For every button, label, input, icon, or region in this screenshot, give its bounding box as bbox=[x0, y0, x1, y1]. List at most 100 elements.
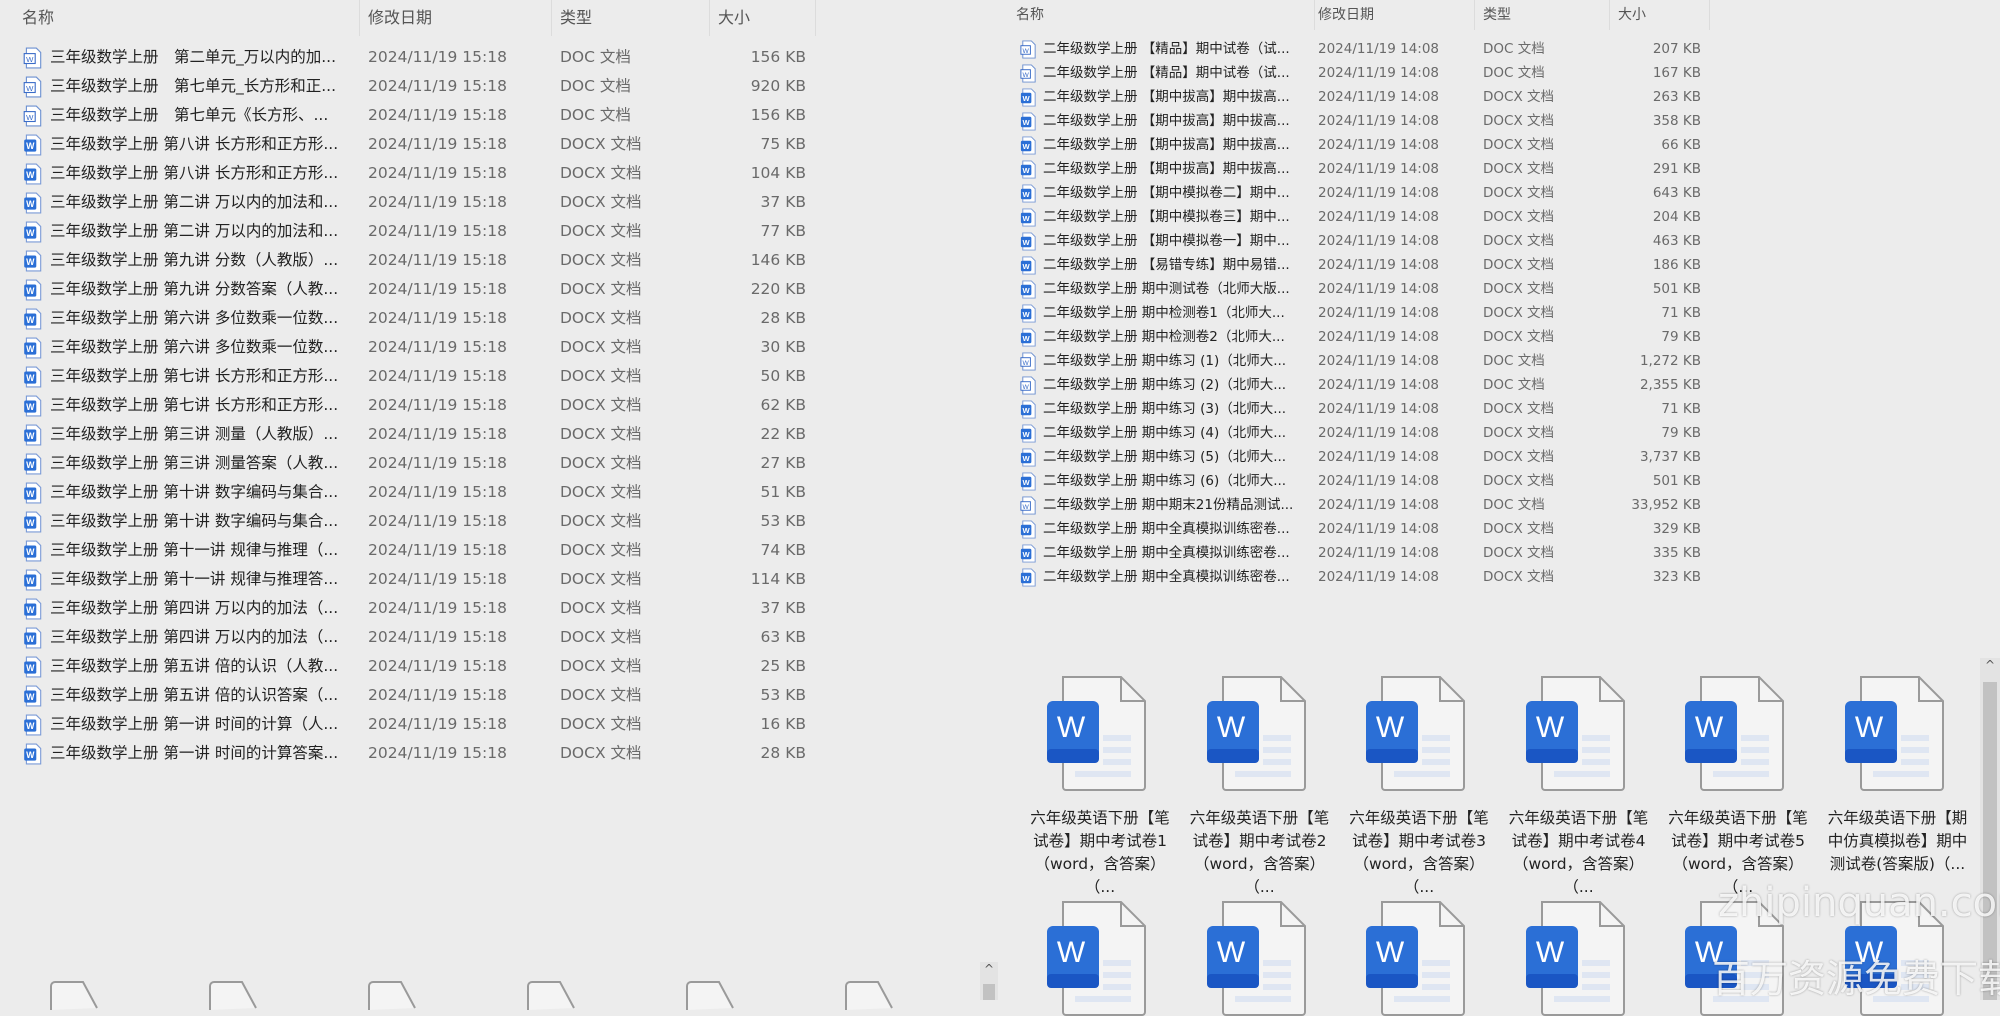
word-docx-icon: W bbox=[1019, 183, 1038, 203]
word-docx-icon: W bbox=[22, 424, 44, 446]
file-row[interactable]: W 二年级数学上册 期中测试卷（北师大版... 2024/11/19 14:08… bbox=[1005, 277, 1705, 301]
file-row[interactable]: W 二年级数学上册 【精品】期中试卷（试... 2024/11/19 14:08… bbox=[1005, 61, 1705, 85]
file-tile[interactable]: W 六年级英语下册【笔试卷】期中考试卷5（word，含答案）（... bbox=[1663, 675, 1813, 899]
file-row[interactable]: W 三年级数学上册 第十讲 数字编码与集合... 2024/11/19 15:1… bbox=[0, 478, 820, 507]
column-size[interactable]: 大小 bbox=[710, 0, 816, 36]
file-tile-partial[interactable] bbox=[527, 980, 577, 1010]
file-row[interactable]: W 三年级数学上册 第六讲 多位数乘一位数... 2024/11/19 15:1… bbox=[0, 333, 820, 362]
vertical-scrollbar[interactable]: ^ bbox=[980, 962, 998, 1000]
file-row[interactable]: W 二年级数学上册 期中练习 (3)（北师大... 2024/11/19 14:… bbox=[1005, 397, 1705, 421]
file-tile-partial[interactable] bbox=[50, 980, 100, 1010]
column-date[interactable]: 修改日期 bbox=[360, 0, 552, 36]
file-row[interactable]: W 二年级数学上册 【期中模拟卷一】期中... 2024/11/19 14:08… bbox=[1005, 229, 1705, 253]
file-row[interactable]: W 二年级数学上册 【期中拔高】期中拔高... 2024/11/19 14:08… bbox=[1005, 85, 1705, 109]
file-tile[interactable]: W 六年级英语下册【期中仿真模拟卷】期中测试卷(答案版)（... bbox=[1823, 675, 1973, 899]
file-size: 323 KB bbox=[1652, 569, 1701, 585]
file-row[interactable]: W 二年级数学上册 期中练习 (5)（北师大... 2024/11/19 14:… bbox=[1005, 445, 1705, 469]
file-tile-partial[interactable] bbox=[845, 980, 895, 1010]
file-row[interactable]: W 二年级数学上册 期中练习 (4)（北师大... 2024/11/19 14:… bbox=[1005, 421, 1705, 445]
file-row[interactable]: W 二年级数学上册 【期中模拟卷二】期中... 2024/11/19 14:08… bbox=[1005, 181, 1705, 205]
column-date[interactable]: 修改日期 bbox=[1310, 0, 1475, 30]
file-row[interactable]: W 三年级数学上册 第十一讲 规律与推理（... 2024/11/19 15:1… bbox=[0, 536, 820, 565]
file-row[interactable]: W 二年级数学上册 期中全真模拟训练密卷... 2024/11/19 14:08… bbox=[1005, 565, 1705, 589]
file-row[interactable]: W 三年级数学上册 第七讲 长方形和正方形... 2024/11/19 15:1… bbox=[0, 362, 820, 391]
file-row[interactable]: W 三年级数学上册 第八讲 长方形和正方形... 2024/11/19 15:1… bbox=[0, 130, 820, 159]
file-row[interactable]: W 三年级数学上册 第二单元_万以内的加... 2024/11/19 15:18… bbox=[0, 43, 820, 72]
column-type[interactable]: 类型 bbox=[1475, 0, 1610, 30]
file-row[interactable]: W 二年级数学上册 期中检测卷1（北师大... 2024/11/19 14:08… bbox=[1005, 301, 1705, 325]
file-row[interactable]: W 三年级数学上册 第九讲 分数（人教版）... 2024/11/19 15:1… bbox=[0, 246, 820, 275]
scroll-up-icon[interactable]: ^ bbox=[1980, 658, 2000, 678]
word-docx-icon: W bbox=[1019, 327, 1038, 347]
svg-text:W: W bbox=[26, 256, 35, 266]
column-type[interactable]: 类型 bbox=[552, 0, 710, 36]
file-row[interactable]: W 三年级数学上册 第七单元_长方形和正... 2024/11/19 15:18… bbox=[0, 72, 820, 101]
scroll-thumb[interactable] bbox=[983, 984, 995, 1000]
file-row[interactable]: W 三年级数学上册 第七单元《长方形、... 2024/11/19 15:18 … bbox=[0, 101, 820, 130]
file-tile[interactable]: W 六年级英语下册【笔试卷】期中考试卷3（word，含答案）（... bbox=[1344, 675, 1494, 899]
file-name: 三年级数学上册 第十讲 数字编码与集合... bbox=[50, 512, 339, 530]
file-row[interactable]: W 二年级数学上册 【易错专练】期中易错... 2024/11/19 14:08… bbox=[1005, 253, 1705, 277]
file-row[interactable]: W 二年级数学上册 期中全真模拟训练密卷... 2024/11/19 14:08… bbox=[1005, 541, 1705, 565]
column-name[interactable]: 名称 bbox=[14, 0, 360, 36]
file-tile[interactable]: W bbox=[1185, 900, 1335, 1016]
file-row[interactable]: W 三年级数学上册 第七讲 长方形和正方形... 2024/11/19 15:1… bbox=[0, 391, 820, 420]
file-row[interactable]: W 三年级数学上册 第四讲 万以内的加法（... 2024/11/19 15:1… bbox=[0, 623, 820, 652]
svg-text:W: W bbox=[26, 285, 35, 295]
file-size: 71 KB bbox=[1661, 305, 1701, 321]
file-row[interactable]: W 二年级数学上册 期中练习 (6)（北师大... 2024/11/19 14:… bbox=[1005, 469, 1705, 493]
file-row[interactable]: W 二年级数学上册 期中期末21份精品测试... 2024/11/19 14:0… bbox=[1005, 493, 1705, 517]
file-row[interactable]: W 二年级数学上册 【期中模拟卷三】期中... 2024/11/19 14:08… bbox=[1005, 205, 1705, 229]
word-docx-icon: W bbox=[22, 279, 44, 301]
svg-text:W: W bbox=[1023, 261, 1031, 270]
file-type: DOCX 文档 bbox=[560, 135, 642, 153]
file-row[interactable]: W 三年级数学上册 第五讲 倍的认识（人教... 2024/11/19 15:1… bbox=[0, 652, 820, 681]
file-type: DOCX 文档 bbox=[1483, 521, 1554, 537]
file-tile[interactable]: W 六年级英语下册【笔试卷】期中考试卷1（word，含答案）（... bbox=[1025, 675, 1175, 899]
file-tile[interactable]: W 六年级英语下册【笔试卷】期中考试卷4（word，含答案）（... bbox=[1504, 675, 1654, 899]
file-tile-partial[interactable] bbox=[686, 980, 736, 1010]
file-tile[interactable]: W bbox=[1025, 900, 1175, 1016]
file-row[interactable]: W 三年级数学上册 第四讲 万以内的加法（... 2024/11/19 15:1… bbox=[0, 594, 820, 623]
file-tile[interactable]: W bbox=[1504, 900, 1654, 1016]
file-row[interactable]: W 三年级数学上册 第二讲 万以内的加法和... 2024/11/19 15:1… bbox=[0, 217, 820, 246]
file-row[interactable]: W 二年级数学上册 期中检测卷2（北师大... 2024/11/19 14:08… bbox=[1005, 325, 1705, 349]
file-row[interactable]: W 三年级数学上册 第一讲 时间的计算答案... 2024/11/19 15:1… bbox=[0, 739, 820, 768]
svg-text:W: W bbox=[26, 459, 35, 469]
file-row[interactable]: W 三年级数学上册 第三讲 测量（人教版）... 2024/11/19 15:1… bbox=[0, 420, 820, 449]
file-date: 2024/11/19 15:18 bbox=[368, 454, 507, 472]
file-row[interactable]: W 三年级数学上册 第六讲 多位数乘一位数... 2024/11/19 15:1… bbox=[0, 304, 820, 333]
blank-file-icon bbox=[527, 981, 575, 1010]
word-docx-icon: W bbox=[1019, 471, 1038, 491]
file-row[interactable]: W 二年级数学上册 【期中拔高】期中拔高... 2024/11/19 14:08… bbox=[1005, 157, 1705, 181]
file-date: 2024/11/19 14:08 bbox=[1318, 65, 1440, 81]
word-docx-icon: W bbox=[22, 656, 44, 678]
file-row[interactable]: W 二年级数学上册 期中练习 (1)（北师大... 2024/11/19 14:… bbox=[1005, 349, 1705, 373]
file-row[interactable]: W 二年级数学上册 【精品】期中试卷（试... 2024/11/19 14:08… bbox=[1005, 37, 1705, 61]
file-row[interactable]: W 三年级数学上册 第二讲 万以内的加法和... 2024/11/19 15:1… bbox=[0, 188, 820, 217]
file-size: 79 KB bbox=[1661, 425, 1701, 441]
file-row[interactable]: W 三年级数学上册 第十讲 数字编码与集合... 2024/11/19 15:1… bbox=[0, 507, 820, 536]
file-row[interactable]: W 三年级数学上册 第九讲 分数答案（人教... 2024/11/19 15:1… bbox=[0, 275, 820, 304]
file-row[interactable]: W 二年级数学上册 【期中拔高】期中拔高... 2024/11/19 14:08… bbox=[1005, 109, 1705, 133]
word-docx-icon: W bbox=[1019, 567, 1038, 587]
file-row[interactable]: W 三年级数学上册 第三讲 测量答案（人教... 2024/11/19 15:1… bbox=[0, 449, 820, 478]
file-tile-partial[interactable] bbox=[368, 980, 418, 1010]
file-row[interactable]: W 三年级数学上册 第八讲 长方形和正方形... 2024/11/19 15:1… bbox=[0, 159, 820, 188]
scroll-up-icon[interactable]: ^ bbox=[980, 962, 998, 982]
file-tile[interactable]: W bbox=[1344, 900, 1494, 1016]
file-name: 二年级数学上册 【期中拔高】期中拔高... bbox=[1043, 137, 1290, 153]
file-row[interactable]: W 二年级数学上册 期中全真模拟训练密卷... 2024/11/19 14:08… bbox=[1005, 517, 1705, 541]
file-tile[interactable]: W 六年级英语下册【笔试卷】期中考试卷2（word，含答案）（... bbox=[1185, 675, 1335, 899]
file-tile-partial[interactable] bbox=[209, 980, 259, 1010]
file-row[interactable]: W 三年级数学上册 第十一讲 规律与推理答... 2024/11/19 15:1… bbox=[0, 565, 820, 594]
file-row[interactable]: W 二年级数学上册 期中练习 (2)（北师大... 2024/11/19 14:… bbox=[1005, 373, 1705, 397]
file-row[interactable]: W 二年级数学上册 【期中拔高】期中拔高... 2024/11/19 14:08… bbox=[1005, 133, 1705, 157]
svg-text:W: W bbox=[1023, 71, 1030, 78]
file-type: DOCX 文档 bbox=[560, 454, 642, 472]
column-size[interactable]: 大小 bbox=[1610, 0, 1710, 30]
file-name: 二年级数学上册 期中全真模拟训练密卷... bbox=[1043, 521, 1290, 537]
column-name[interactable]: 名称 bbox=[1008, 0, 1315, 30]
file-row[interactable]: W 三年级数学上册 第一讲 时间的计算（人... 2024/11/19 15:1… bbox=[0, 710, 820, 739]
file-row[interactable]: W 三年级数学上册 第五讲 倍的认识答案（... 2024/11/19 15:1… bbox=[0, 681, 820, 710]
